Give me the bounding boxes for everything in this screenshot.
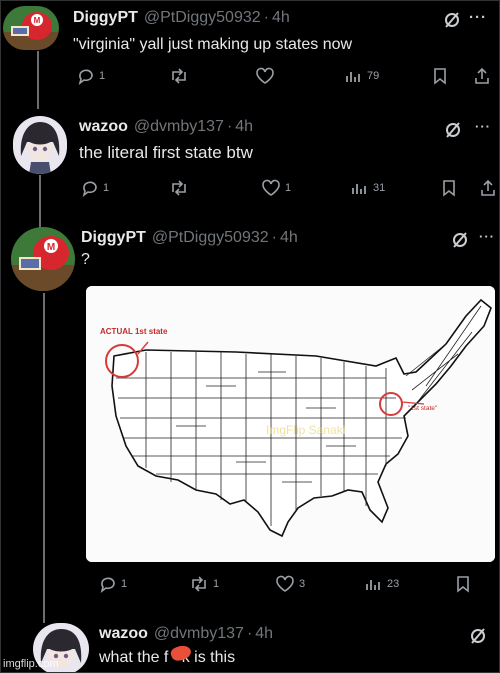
post-header: wazoo @dvmby137 · 4h [79,118,253,136]
imgflip-watermark: imgflip.com [3,658,59,670]
more-icon[interactable]: ··· [469,9,487,26]
more-icon[interactable]: ··· [479,229,495,244]
heart-icon [276,575,294,592]
post-header: wazoo @dvmby137 · 4h [99,625,273,643]
views-button[interactable]: 31 [351,180,385,196]
bookmark-icon [443,180,455,197]
thread-line [43,293,45,623]
post-text: "virginia" yall just making up states no… [73,36,353,53]
reply-button[interactable]: 1 [81,179,109,197]
retweet-icon [172,180,186,196]
author-handle[interactable]: @PtDiggy50932 [144,9,261,27]
timestamp[interactable]: 4h [255,625,273,643]
separator: · [263,9,269,26]
grok-icon[interactable] [469,627,487,645]
bookmark-icon [434,68,446,85]
reply-count: 1 [103,182,110,194]
author-handle[interactable]: @dvmby137 [134,118,224,136]
share-icon [481,179,495,196]
reply-icon [82,181,97,197]
retweet-button[interactable]: 1 [189,575,219,593]
like-button[interactable]: 3 [275,575,305,593]
svg-text:M: M [47,242,55,253]
heart-icon [256,67,274,84]
reply-icon [78,69,93,85]
more-icon[interactable]: ··· [475,119,491,134]
views-icon [352,184,366,194]
timestamp[interactable]: 4h [280,229,298,247]
grok-icon[interactable] [444,121,462,139]
views-button[interactable]: 79 [345,68,379,84]
bookmark-icon [457,576,469,593]
svg-text:M: M [34,16,41,25]
like-count: 1 [285,182,292,194]
bookmark-button[interactable] [455,575,471,593]
us-map-image: ACTUAL 1st state "1st state" ImgFlip San… [86,286,495,562]
author-handle[interactable]: @PtDiggy50932 [152,229,269,247]
view-count: 79 [367,70,380,82]
share-button[interactable] [473,67,491,85]
post-image[interactable]: ACTUAL 1st state "1st state" ImgFlip San… [86,286,495,562]
action-bar: 1 1 3 23 [99,573,479,595]
timestamp[interactable]: 4h [235,118,253,136]
post-text-start: what the f [99,649,169,666]
reply-count: 1 [121,578,128,590]
share-icon [475,67,489,84]
author-name[interactable]: DiggyPT [73,9,138,27]
retweet-count: 1 [213,578,220,590]
post-header: DiggyPT @PtDiggy50932 · 4h [73,9,290,27]
reply-count: 1 [99,70,106,82]
views-button[interactable]: 23 [365,576,399,592]
views-icon [366,580,380,590]
view-count: 31 [373,182,386,194]
view-count: 23 [387,578,400,590]
author-handle[interactable]: @dvmby137 [154,625,244,643]
views-icon [346,72,360,82]
image-watermark: ImgFlip Sanaki [266,423,345,437]
heart-icon [262,179,280,196]
label-actual-first-state: ACTUAL 1st state [100,327,168,336]
reply-icon [100,577,115,593]
action-bar: 1 1 31 [81,177,499,199]
censor-blot [168,643,194,666]
thread-line [39,175,41,229]
avatar[interactable]: M [3,6,59,50]
thread-line [37,51,39,109]
timestamp[interactable]: 4h [272,9,290,27]
like-count: 3 [299,578,306,590]
thread-screenshot: M DiggyPT @PtDiggy50932 · 4h "virginia" … [0,0,500,673]
like-button[interactable]: 1 [261,179,291,197]
author-name[interactable]: wazoo [99,625,148,643]
retweet-button[interactable] [169,179,193,197]
avatar[interactable] [13,116,67,174]
author-name[interactable]: DiggyPT [81,229,146,247]
separator: · [246,625,253,642]
retweet-button[interactable] [169,67,193,85]
bookmark-button[interactable] [432,67,448,85]
separator: · [271,229,277,246]
reply-button[interactable]: 1 [77,67,105,85]
reply-button[interactable]: 1 [99,575,127,593]
post-text: what the f k is this [99,643,235,667]
bookmark-button[interactable] [441,179,457,197]
post-header: DiggyPT @PtDiggy50932 · 4h [81,229,298,247]
grok-icon[interactable] [451,231,469,249]
grok-icon[interactable] [443,11,461,29]
label-first-state: "1st state" [408,405,438,412]
like-button[interactable] [255,67,279,85]
separator: · [226,118,233,135]
retweet-icon [172,68,186,84]
retweet-icon [192,576,206,592]
share-button[interactable] [479,179,497,197]
post-text: ? [81,251,90,268]
author-name[interactable]: wazoo [79,118,128,136]
post-text: the literal first state btw [79,143,253,162]
action-bar: 1 79 [77,65,497,87]
avatar[interactable]: M [11,227,75,291]
